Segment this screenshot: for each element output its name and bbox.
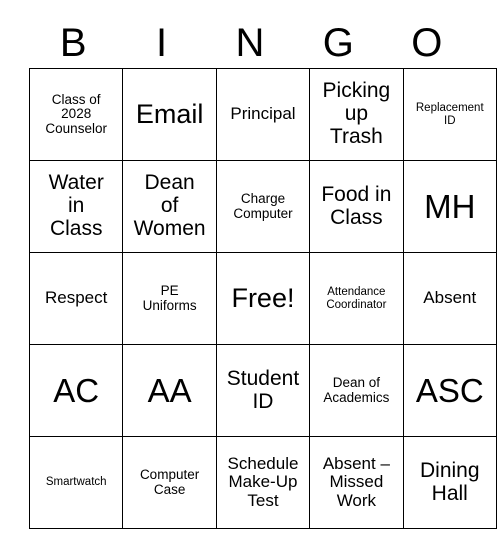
bingo-grid: Class of 2028 Counselor Email Principal … — [28, 68, 497, 529]
bingo-header-row: B I N G O — [29, 18, 471, 68]
bingo-cell[interactable]: Charge Computer — [215, 160, 311, 253]
bingo-cell[interactable]: Respect — [28, 252, 124, 345]
bingo-cell[interactable]: Water in Class — [28, 160, 124, 253]
bingo-cell-label: Student ID — [226, 366, 300, 413]
bingo-cell[interactable]: AC — [28, 344, 124, 437]
bingo-row: AC AA Student ID Dean of Academics ASC — [28, 344, 497, 437]
bingo-cell-label: Dean of Women — [133, 171, 206, 240]
bingo-row: Water in Class Dean of Women Charge Comp… — [28, 160, 497, 253]
bingo-cell[interactable]: Computer Case — [122, 436, 217, 529]
bingo-cell[interactable]: ASC — [402, 344, 497, 437]
bingo-row: Class of 2028 Counselor Email Principal … — [28, 68, 497, 161]
bingo-cell-label: ASC — [415, 371, 484, 409]
bingo-cell-label: Picking up Trash — [322, 79, 391, 148]
bingo-header-letter-n: N — [235, 21, 265, 65]
bingo-cell[interactable]: Smartwatch — [28, 436, 124, 529]
bingo-free-label: Free! — [231, 282, 295, 313]
bingo-cell-label: Dean of Academics — [323, 374, 390, 405]
bingo-cell[interactable]: Picking up Trash — [309, 68, 404, 161]
bingo-cell-label: Schedule Make-Up Test — [227, 453, 299, 510]
bingo-cell-label: PE Uniforms — [142, 282, 197, 313]
bingo-cell-label: Computer Case — [139, 466, 200, 497]
bingo-cell[interactable]: Class of 2028 Counselor — [28, 68, 124, 161]
bingo-cell-label: Absent – Missed Work — [322, 453, 390, 510]
bingo-cell[interactable]: Schedule Make-Up Test — [215, 436, 311, 529]
bingo-cell-label: Email — [135, 98, 204, 129]
bingo-cell[interactable]: Principal — [215, 68, 311, 161]
bingo-header-letter-g: G — [322, 21, 354, 65]
bingo-row: Respect PE Uniforms Free! Attendance Coo… — [28, 252, 497, 345]
bingo-cell-label: MH — [424, 187, 476, 225]
bingo-card: B I N G O Class of 2028 Counselor Email … — [28, 18, 497, 529]
bingo-cell-label: Charge Computer — [233, 190, 293, 221]
bingo-cell-label: Dining Hall — [419, 458, 480, 505]
bingo-cell-label: Food in Class — [321, 182, 392, 229]
bingo-cell-label: Smartwatch — [45, 476, 107, 489]
bingo-cell[interactable]: Absent – Missed Work — [309, 436, 404, 529]
bingo-header-letter-o: O — [411, 21, 443, 65]
bingo-row: Smartwatch Computer Case Schedule Make-U… — [28, 436, 497, 529]
bingo-cell[interactable]: PE Uniforms — [122, 252, 217, 345]
bingo-cell[interactable]: MH — [402, 160, 497, 253]
bingo-cell[interactable]: Email — [122, 68, 217, 161]
bingo-cell[interactable]: Student ID — [215, 344, 311, 437]
bingo-cell-label: Replacement ID — [415, 102, 484, 127]
bingo-cell-label: Water in Class — [48, 171, 104, 240]
bingo-cell-label: Principal — [230, 104, 296, 124]
bingo-cell-label: Absent — [423, 288, 477, 308]
bingo-cell[interactable]: Attendance Coordinator — [309, 252, 404, 345]
bingo-free-cell[interactable]: Free! — [215, 252, 311, 345]
bingo-cell[interactable]: Food in Class — [309, 160, 404, 253]
bingo-cell-label: Class of 2028 Counselor — [45, 91, 107, 136]
bingo-header-letter-b: B — [59, 21, 87, 65]
bingo-cell-label: Respect — [45, 288, 108, 308]
bingo-cell-label: Attendance Coordinator — [326, 286, 387, 311]
bingo-cell[interactable]: Replacement ID — [402, 68, 497, 161]
bingo-cell[interactable]: Dean of Academics — [309, 344, 404, 437]
bingo-cell[interactable]: Dean of Women — [122, 160, 217, 253]
bingo-cell[interactable]: Dining Hall — [402, 436, 497, 529]
bingo-cell[interactable]: AA — [122, 344, 217, 437]
bingo-cell[interactable]: Absent — [402, 252, 497, 345]
bingo-header-letter-i: I — [156, 21, 168, 65]
bingo-cell-label: AA — [147, 371, 192, 409]
bingo-cell-label: AC — [53, 371, 100, 409]
